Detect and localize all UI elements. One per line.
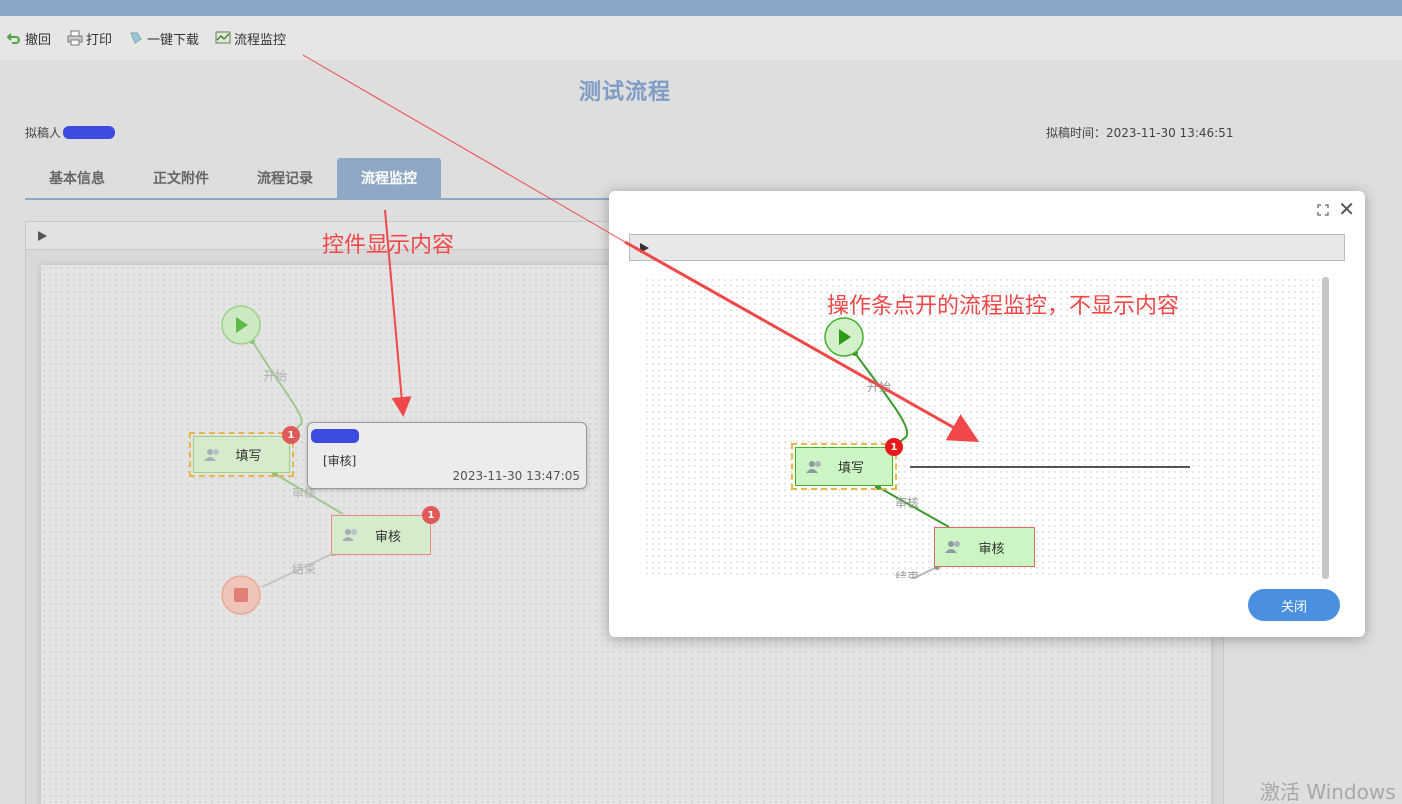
undo-button[interactable]: 撤回: [6, 29, 51, 48]
node-review-badge: 1: [422, 506, 440, 524]
annotation-left: 控件显示内容: [322, 233, 455, 258]
dialog-node-review-label: 审核: [978, 541, 1005, 557]
draft-time: 拟稿时间：2023-11-30 13:46:51: [1046, 126, 1234, 140]
user-icon: [945, 541, 960, 553]
page-title: 测试流程: [578, 80, 671, 105]
drafter-label: 拟稿人: [25, 126, 62, 140]
node-review[interactable]: 审核: [331, 515, 431, 555]
dialog-node-fill-box: 填写: [795, 447, 893, 486]
flow-monitor-button[interactable]: 流程监控: [215, 29, 286, 48]
dialog-node-fill-badge: 1: [885, 438, 903, 456]
play-icon[interactable]: [38, 231, 47, 241]
printer-icon: [67, 30, 83, 46]
print-label: 打印: [86, 32, 113, 48]
approver-tooltip: [审核] 2023-11-30 13:47:05: [307, 422, 587, 489]
user-icon: [342, 529, 357, 541]
tab-attachments[interactable]: 正文附件: [129, 158, 233, 198]
flow-monitor-label: 流程监控: [234, 32, 287, 48]
activation-watermark: 激活 Windows: [1260, 780, 1396, 804]
node-fill-badge: 1: [282, 426, 300, 444]
edge-start-label: 开始: [263, 369, 288, 383]
flow-monitor-dialog: ✕ 关闭: [609, 191, 1365, 637]
dialog-edge-start-label: 开始: [867, 380, 892, 394]
dialog-scrollbar[interactable]: [1322, 277, 1329, 579]
node-fill[interactable]: 填写: [189, 432, 294, 477]
tab-flow-record[interactable]: 流程记录: [233, 158, 337, 198]
dialog-toolbar: [629, 234, 1345, 261]
maximize-icon[interactable]: [1317, 204, 1329, 216]
download-icon: [128, 30, 144, 46]
dialog-node-fill-label: 填写: [837, 461, 864, 476]
print-button[interactable]: 打印: [67, 29, 112, 48]
close-icon[interactable]: ✕: [1338, 199, 1355, 219]
dialog-header: ✕: [609, 191, 1365, 231]
node-fill-box: 填写: [193, 436, 290, 473]
dialog-edge-end-label: 结束: [895, 570, 920, 578]
edge-end-label: 结束: [292, 562, 317, 576]
redacted-name: [311, 429, 359, 443]
user-icon: [806, 460, 821, 473]
tab-basic-info[interactable]: 基本信息: [25, 158, 129, 198]
undo-label: 撤回: [25, 32, 52, 48]
close-button[interactable]: 关闭: [1248, 589, 1340, 621]
download-all-label: 一键下载: [147, 32, 200, 48]
download-all-button[interactable]: 一键下载: [128, 29, 199, 48]
dialog-edge-review-label: 审核: [895, 496, 920, 510]
tooltip-time: 2023-11-30 13:47:05: [452, 469, 580, 483]
node-fill-label: 填写: [235, 449, 262, 464]
tooltip-role: [审核]: [323, 454, 357, 468]
dialog-node-review[interactable]: 审核: [934, 527, 1035, 567]
dialog-node-fill[interactable]: 填写: [791, 443, 897, 490]
play-icon[interactable]: [640, 243, 649, 253]
undo-icon: [6, 30, 22, 46]
window-top-strip: [0, 0, 1402, 16]
tab-flow-monitor[interactable]: 流程监控: [337, 158, 441, 198]
user-icon: [204, 448, 219, 461]
redacted-name: [63, 126, 116, 139]
toolbar: 撤回 打印 一键下载 流程监控: [0, 16, 1402, 60]
drafter-info: 拟稿人: [25, 124, 116, 141]
monitor-icon: [215, 30, 231, 46]
annotation-right: 操作条点开的流程监控，不显示内容: [827, 294, 1180, 319]
node-review-label: 审核: [374, 529, 401, 545]
